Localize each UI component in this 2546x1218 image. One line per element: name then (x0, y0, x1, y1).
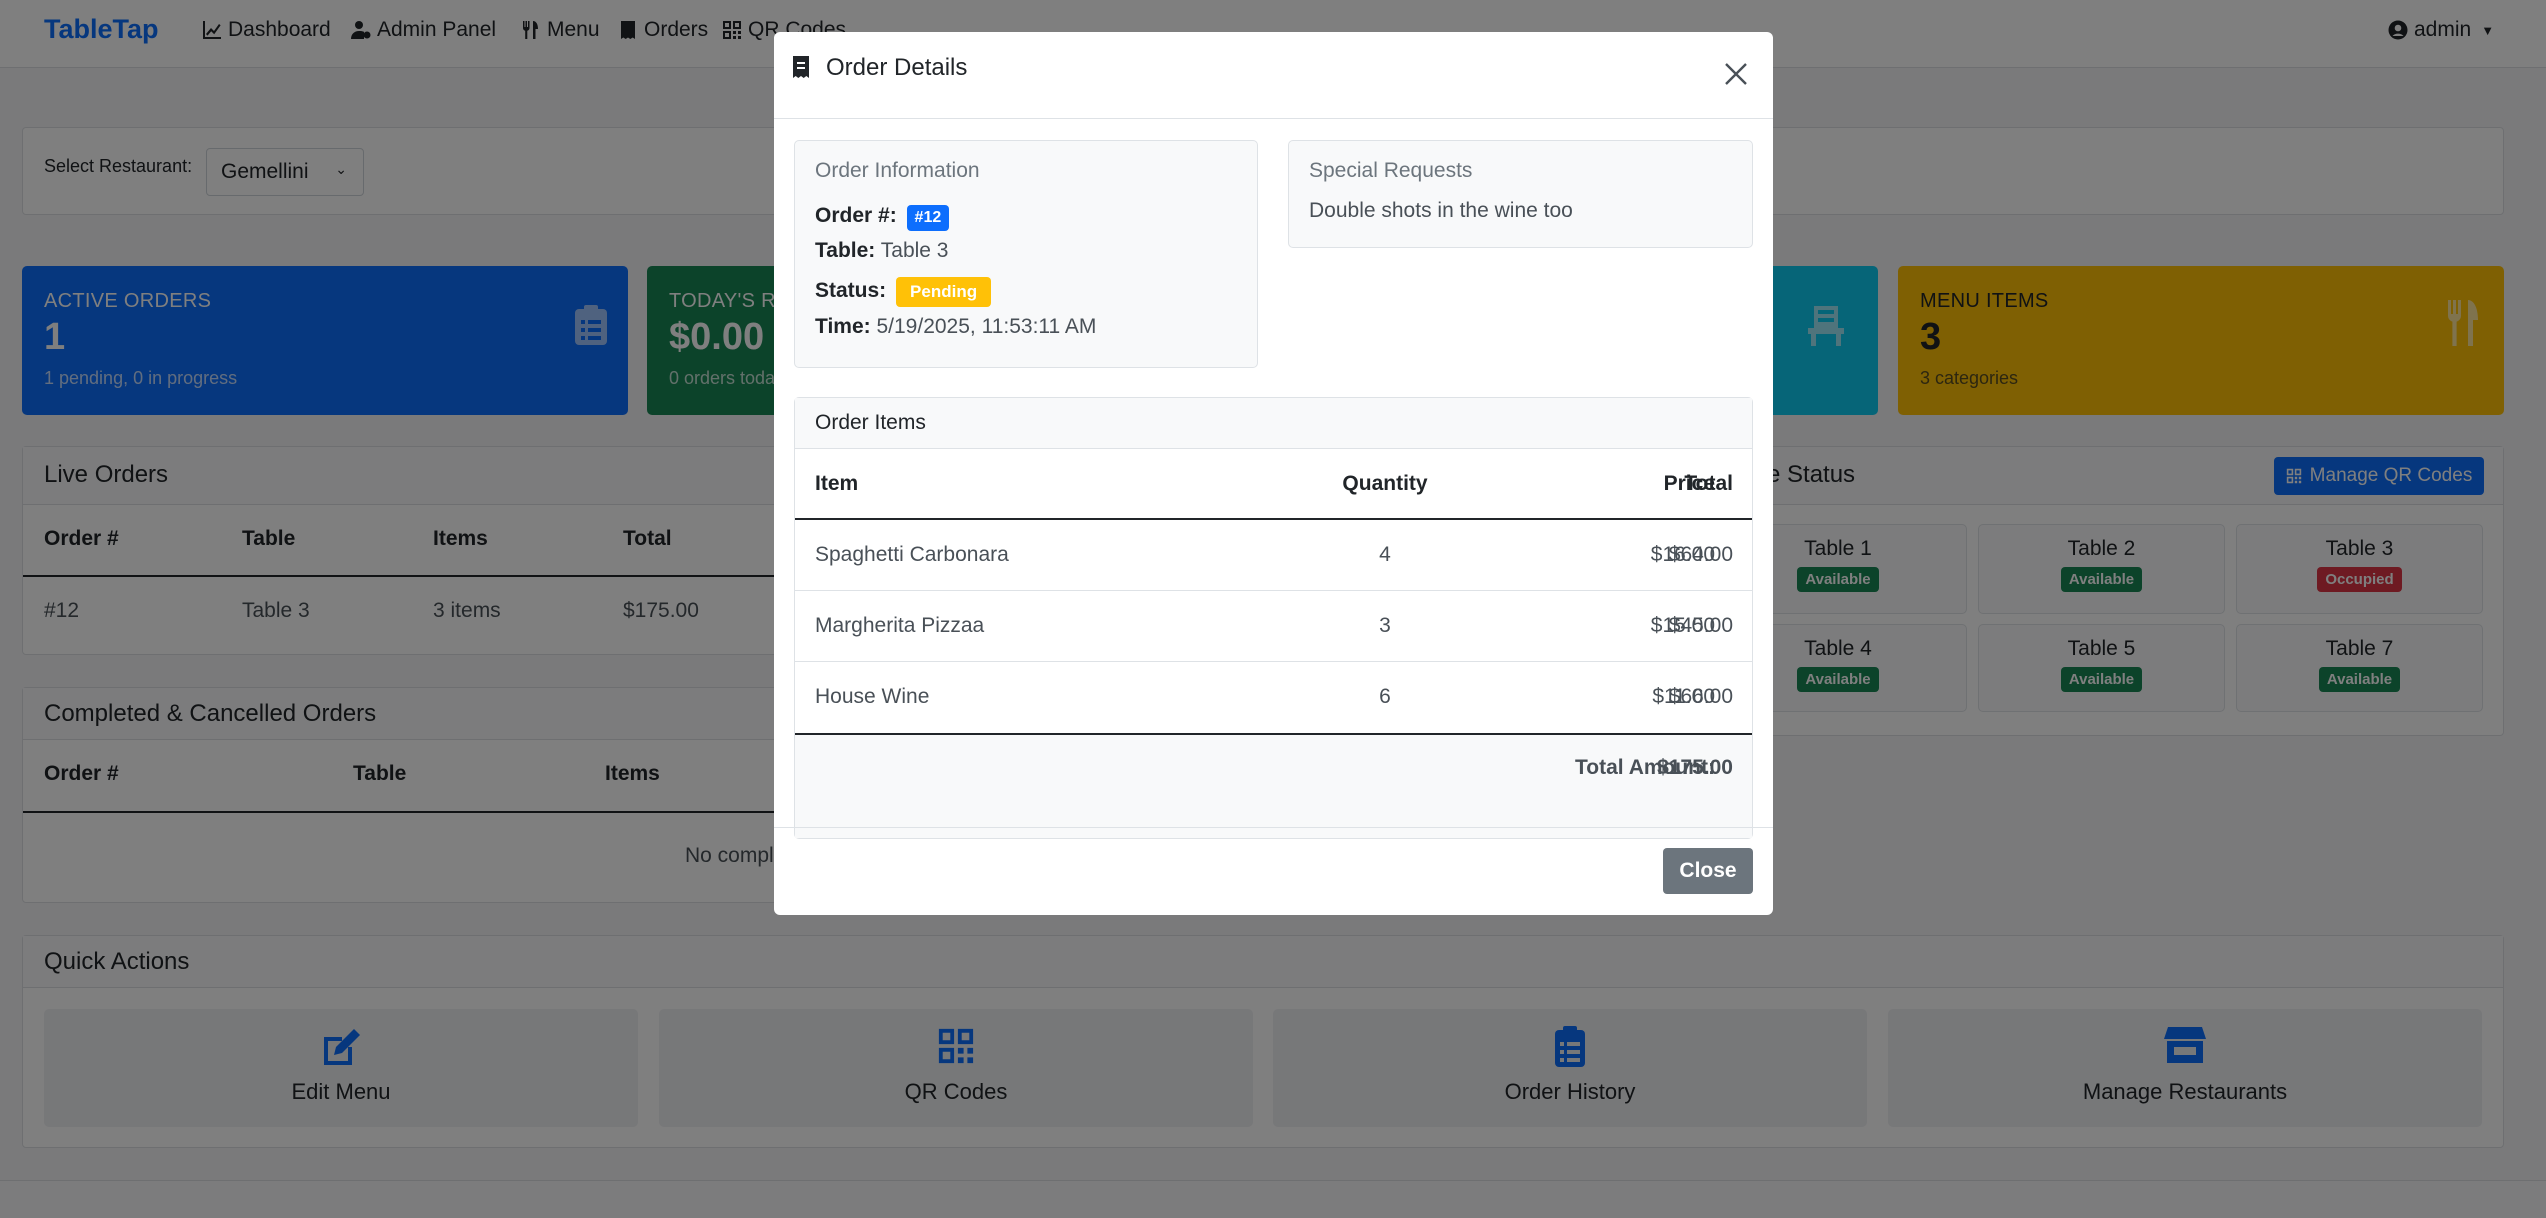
order-number-label: Order #: (815, 204, 897, 227)
items-footer: Total Amount: $175.00 (795, 735, 1752, 838)
item-name: House Wine (815, 685, 930, 708)
table-row: Margherita Pizzaa 3 $15.00 $45.00 (795, 591, 1752, 662)
table-row-info: Table: Table 3 (815, 239, 948, 263)
status-badge: Pending (896, 277, 992, 307)
table-label: Table: (815, 239, 876, 262)
order-items-box: Order Items Item Quantity Price Total Sp… (794, 397, 1753, 839)
receipt-icon (793, 56, 809, 78)
order-number-row: Order #: #12 (815, 199, 950, 231)
time-value: 5/19/2025, 11:53:11 AM (876, 315, 1097, 338)
total-amount-value: $175.00 (1657, 756, 1733, 779)
table-value: Table 3 (880, 239, 949, 262)
special-requests-box: Special Requests Double shots in the win… (1288, 140, 1753, 248)
time-label: Time: (815, 315, 871, 338)
modal-title: Order Details (826, 54, 968, 81)
table-row: Spaghetti Carbonara 4 $16.00 $64.00 (795, 520, 1752, 591)
special-requests-text: Double shots in the wine too (1309, 199, 1573, 222)
order-items-title: Order Items (815, 411, 926, 434)
special-requests-title: Special Requests (1309, 159, 1473, 182)
item-name: Spaghetti Carbonara (815, 543, 1009, 566)
close-icon[interactable] (1722, 60, 1750, 88)
time-row: Time: 5/19/2025, 11:53:11 AM (815, 315, 1096, 339)
close-button[interactable]: Close (1663, 848, 1753, 894)
items-header-quantity: Quantity (1342, 472, 1428, 495)
item-total: $66.00 (1668, 685, 1733, 708)
item-quantity: 3 (1379, 614, 1391, 637)
status-row: Status: Pending (815, 271, 992, 307)
items-header-total: Total (1684, 472, 1733, 495)
item-quantity: 4 (1379, 543, 1391, 566)
order-information-title: Order Information (815, 159, 980, 182)
item-quantity: 6 (1379, 685, 1391, 708)
order-details-modal: Order Details Order Information Order #:… (774, 32, 1773, 915)
order-information-box: Order Information Order #: #12 Table: Ta… (794, 140, 1258, 368)
order-number-badge: #12 (906, 205, 950, 231)
item-name: Margherita Pizzaa (815, 614, 985, 637)
items-header-item: Item (815, 472, 859, 495)
status-label: Status: (815, 279, 887, 302)
item-total: $45.00 (1668, 614, 1733, 637)
item-total: $64.00 (1668, 543, 1733, 566)
table-row: House Wine 6 $11.00 $66.00 (795, 662, 1752, 733)
